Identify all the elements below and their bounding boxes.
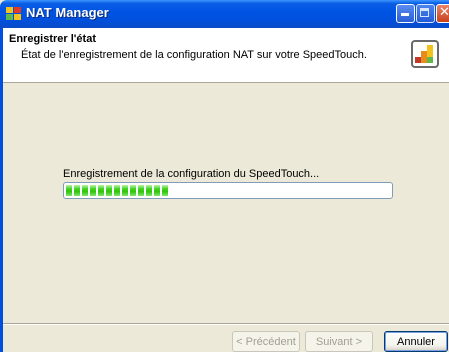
progress-segment — [66, 185, 72, 196]
progress-segment — [98, 185, 104, 196]
minimize-icon — [401, 13, 409, 16]
progress-segment — [122, 185, 128, 196]
next-label: Suivant — [315, 335, 353, 348]
page-title: Enregistrer l'état — [9, 33, 96, 45]
footer-divider — [3, 323, 449, 325]
progress-segment — [154, 185, 160, 196]
next-suffix: > — [352, 335, 363, 348]
nat-manager-window: NAT Manager ✕ Enregistrer l'état État de… — [0, 0, 449, 352]
cancel-button[interactable]: Annuler — [384, 331, 448, 352]
previous-label: Précédent — [245, 335, 296, 348]
maximize-button[interactable] — [416, 4, 435, 23]
close-icon: ✕ — [439, 5, 449, 20]
progress-segment — [130, 185, 136, 196]
window-title: NAT Manager — [26, 5, 109, 20]
app-icon — [6, 7, 22, 21]
next-button[interactable]: Suivant > — [305, 331, 373, 352]
progress-segment — [74, 185, 80, 196]
progress-segment — [82, 185, 88, 196]
progress-segment — [90, 185, 96, 196]
cancel-label: Annuler — [397, 335, 435, 348]
progress-segment — [114, 185, 120, 196]
minimize-button[interactable] — [396, 4, 415, 23]
progress-label: Enregistrement de la configuration du Sp… — [63, 168, 320, 180]
title-bar[interactable]: NAT Manager ✕ — [0, 0, 449, 28]
progress-segment — [138, 185, 144, 196]
previous-prefix: < — [236, 335, 246, 348]
progress-segment — [146, 185, 152, 196]
progress-segment — [106, 185, 112, 196]
speedtouch-logo-icon — [411, 40, 439, 68]
previous-button[interactable]: < Précédent — [232, 331, 300, 352]
page-subtitle: État de l'enregistrement de la configura… — [21, 49, 367, 61]
progress-segment — [162, 185, 168, 196]
wizard-header: Enregistrer l'état État de l'enregistrem… — [3, 28, 449, 83]
progress-bar — [63, 182, 393, 199]
maximize-icon — [420, 8, 429, 17]
progress-fill — [66, 185, 168, 196]
close-button[interactable]: ✕ — [436, 4, 449, 23]
